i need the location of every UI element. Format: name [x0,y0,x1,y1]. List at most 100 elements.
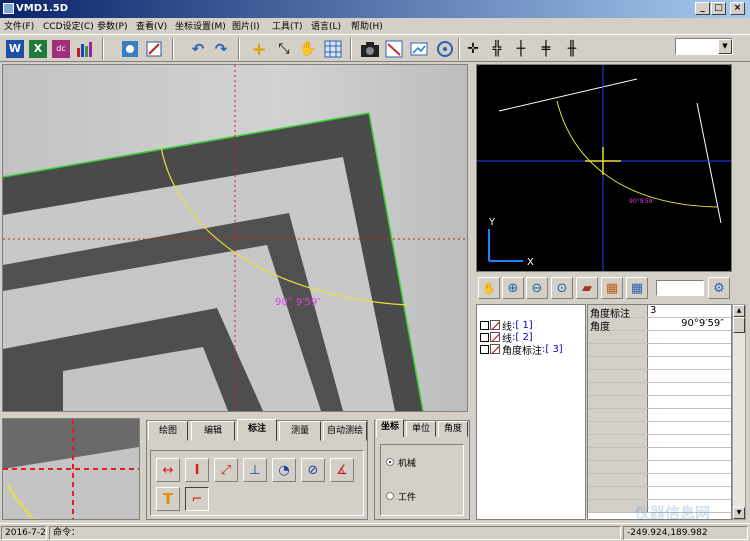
tab-unit[interactable]: 单位 [406,421,436,437]
horizontal-dimension-icon: ↔ [162,462,174,478]
pan-view-button[interactable]: ✋ [478,277,500,299]
thumbnail-image [3,419,139,519]
redo-button[interactable]: ↷ [210,38,232,60]
menu-language[interactable]: 语言(L) [311,19,341,32]
zoom-value-field[interactable] [656,280,704,296]
tab-coordinate[interactable]: 坐标 [376,419,404,437]
tab-measure[interactable]: 测量 [279,421,321,441]
picture-button[interactable] [408,38,430,60]
toolbar-separator [172,38,174,60]
slant-dimension-icon: ⤢ [220,462,232,478]
zoom-in-button[interactable]: ⊕ [502,277,524,299]
undo-button[interactable]: ↶ [187,38,209,60]
item-id: :[ 3] [542,343,563,355]
excel-export-button[interactable]: X [27,38,49,60]
slant-annotation-button[interactable]: ⤢ [214,458,238,482]
scroll-down-icon[interactable]: ▼ [733,507,745,519]
tab-draw[interactable]: 绘图 [148,421,188,441]
property-row-empty [588,331,731,344]
vertical-annotation-button[interactable]: I [185,458,209,482]
bar-chart-icon [77,42,92,57]
scroll-up-icon[interactable]: ▲ [733,305,745,317]
item-id: :[ 1] [512,319,533,331]
crosshair-style-select[interactable]: ▼ [675,38,733,55]
cross-style-3-button[interactable]: ┼ [510,38,532,60]
crosshair-button[interactable]: + [248,38,270,60]
wrench-icon: ⚙ [713,280,725,296]
cad-export-button[interactable]: dc [50,38,72,60]
status-coordinates: -249.924,189.982 [623,526,748,540]
tab-auto-measure[interactable]: 自动测绘 [323,421,367,441]
machine-radio[interactable] [386,458,394,466]
tab-edit[interactable]: 编辑 [191,421,235,441]
angle-annotation-button[interactable]: ∡ [330,458,354,482]
menu-view[interactable]: 查看(V) [136,19,167,32]
pick-tool-button[interactable]: ⤡ [273,38,295,60]
scroll-thumb[interactable] [733,317,745,333]
property-row-empty [588,422,731,435]
zoom-fit-button[interactable]: ⊙ [551,277,573,299]
item-checkbox[interactable] [480,320,489,330]
main-image-view[interactable]: 90° 9′59″ [2,64,468,412]
zoom-out-button[interactable]: ⊖ [526,277,548,299]
property-row[interactable]: 角度标注 3 [588,305,731,320]
save-view-button[interactable]: ▰ [576,277,598,299]
menu-help[interactable]: 帮助(H) [351,19,383,32]
list-item[interactable]: 角度标注:[ 3] [480,343,563,357]
item-checkbox[interactable] [480,344,489,354]
cad-icon: dc [52,40,70,58]
element-list[interactable]: 线:[ 1] 线:[ 2] 角度标注:[ 3] [476,304,586,520]
overview-panel[interactable]: 90°9′59″ Y X [476,64,732,272]
distance-annotation-button[interactable]: ↔ [156,458,180,482]
target-icon [437,41,453,57]
minimize-button[interactable]: _ [695,2,710,15]
camera-settings-button[interactable] [119,38,141,60]
overview-y-axis-label: Y [488,217,496,228]
workpiece-radio[interactable] [386,492,394,500]
vertical-dimension-icon: I [194,462,200,478]
overview-angle-label: 90°9′59″ [629,198,655,205]
layout-button[interactable]: ▦ [601,277,623,299]
diameter-annotation-button[interactable]: ⊘ [301,458,325,482]
property-grid[interactable]: 角度标注 3 角度 90°9′59″ [587,304,732,520]
edit-image-button[interactable] [143,38,165,60]
angle-icon [490,344,500,354]
image-tool-button[interactable] [383,38,405,60]
grid-button[interactable] [322,38,344,60]
annotation-toolbox: ↔ I ⤢ ⊥ ◔ ⊘ ∡ T ⌐ [150,450,364,516]
chevron-down-icon[interactable]: ▼ [718,39,732,54]
pan-button[interactable]: ✋ [297,38,319,60]
radius-annotation-button[interactable]: ◔ [272,458,296,482]
camera-icon [361,42,379,57]
leader-annotation-button[interactable]: ⌐ [185,487,209,511]
watermark: 仪器信息网 [634,504,710,522]
close-button[interactable]: × [730,2,745,15]
report-button[interactable] [73,38,95,60]
perpendicular-annotation-button[interactable]: ⊥ [243,458,267,482]
toolbar-separator [238,38,240,60]
property-value[interactable]: 3 [650,305,730,317]
word-export-button[interactable]: W [4,38,26,60]
grid-view-button[interactable]: ▦ [626,277,648,299]
cross-style-1-button[interactable]: ✛ [462,38,484,60]
menu-coords[interactable]: 坐标设置(M) [175,19,226,32]
property-scrollbar[interactable]: ▲ ▼ [732,304,746,520]
menu-file[interactable]: 文件(F) [4,19,34,32]
cross-style-4-button[interactable]: ╪ [535,38,557,60]
tab-angle[interactable]: 角度 [438,421,468,437]
menu-image[interactable]: 图片(I) [232,19,260,32]
text-annotation-button[interactable]: T [156,487,180,511]
cross-style-2-button[interactable]: ╬ [486,38,508,60]
menu-tools[interactable]: 工具(T) [272,19,303,32]
tab-annotate[interactable]: 标注 [237,419,277,441]
property-value[interactable]: 90°9′59″ [650,318,730,330]
tool-settings-button[interactable]: ⚙ [708,277,730,299]
maximize-button[interactable]: □ [711,2,726,15]
menu-params[interactable]: 参数(P) [97,19,127,32]
cross-style-5-button[interactable]: ╫ [561,38,583,60]
menu-ccd[interactable]: CCD设定(C) [43,19,94,32]
capture-button[interactable] [359,38,381,60]
item-checkbox[interactable] [480,332,489,342]
property-row[interactable]: 角度 90°9′59″ [588,318,731,333]
focus-button[interactable] [434,38,456,60]
